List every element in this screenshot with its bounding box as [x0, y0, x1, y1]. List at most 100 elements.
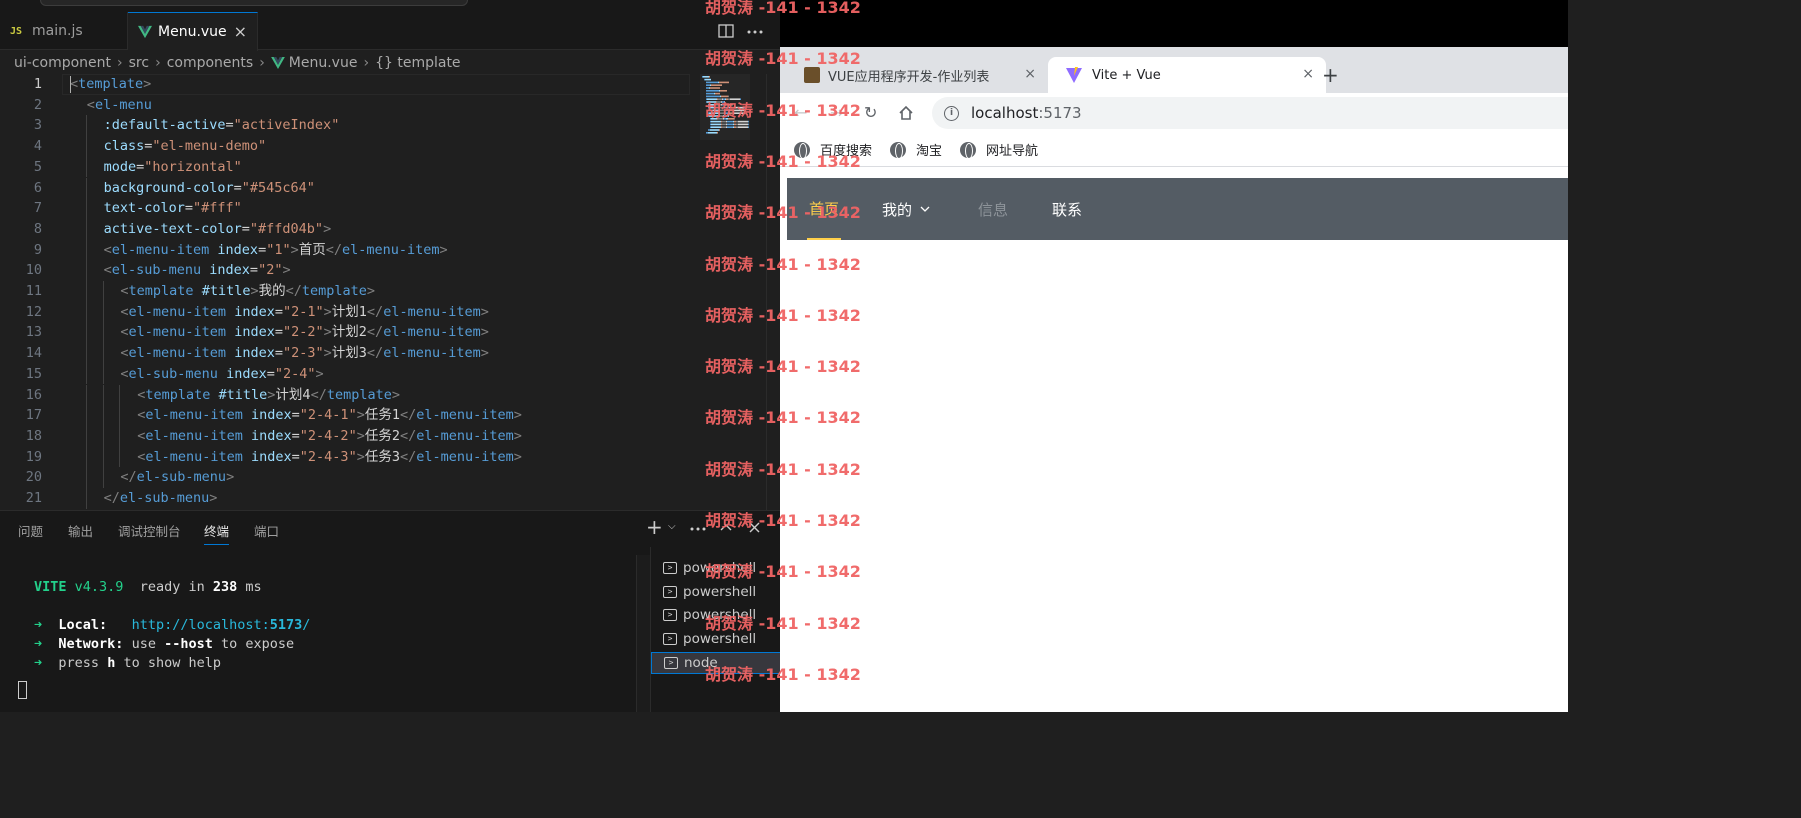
editor-scrollbar[interactable]: [766, 74, 780, 510]
local-label: Local:: [58, 617, 108, 633]
breadcrumb-item[interactable]: ui-component: [14, 55, 111, 71]
code-token: index: [251, 407, 292, 424]
code-token: <: [120, 345, 129, 362]
minimap-token: [706, 87, 709, 89]
code-token: >: [282, 262, 291, 279]
breadcrumb-item[interactable]: components: [167, 55, 254, 71]
breadcrumb-item[interactable]: {} template: [375, 55, 460, 71]
code-token: <: [120, 324, 129, 341]
panel-tab-ports[interactable]: 端口: [254, 521, 279, 540]
code-text: :default-active="activeIndex": [104, 115, 340, 136]
reload-icon[interactable]: ↻: [864, 103, 877, 122]
panel-tab-terminal[interactable]: 终端: [204, 521, 230, 545]
indent-guide: [102, 301, 104, 323]
code-token: "#545c64": [241, 179, 315, 196]
code-token: </: [325, 241, 342, 258]
menu-item-info[interactable]: 信息: [978, 178, 1008, 240]
code-token: >: [356, 427, 365, 444]
minimap-token: [738, 120, 748, 123]
menu-item-contact[interactable]: 联系: [1052, 178, 1082, 240]
terminal-scrollbar[interactable]: [636, 555, 650, 712]
code-token: el-menu: [94, 96, 152, 113]
panel-tab-debug-console[interactable]: 调试控制台: [118, 521, 181, 540]
address-bar[interactable]: i localhost:5173: [932, 97, 1568, 129]
code-text: <el-menu: [87, 95, 152, 116]
close-icon[interactable]: ×: [234, 22, 247, 41]
el-menu-horizontal: 首页 我的 信息 联系: [787, 178, 1568, 240]
code-token: </: [285, 283, 302, 299]
code-line: 15 <el-sub-menu index="2-4">: [0, 364, 766, 385]
code-token: index: [226, 365, 267, 382]
panel-tab-output[interactable]: 输出: [68, 521, 93, 540]
code-token: </: [366, 345, 384, 362]
local-port[interactable]: 5173: [270, 617, 303, 633]
indent-guide: [102, 405, 104, 426]
code-token: =: [291, 427, 300, 444]
code-token: "#ffd04b": [249, 220, 324, 237]
code-token: =: [291, 407, 300, 424]
indent-guide: [85, 384, 87, 406]
screen: { "vscode": { "tabs": [ {"badge": "JS", …: [0, 0, 1568, 712]
home-icon[interactable]: [898, 105, 914, 121]
code-token: "activeIndex": [233, 117, 340, 134]
code-token: 计划2: [331, 324, 367, 341]
minimap-token: [709, 87, 710, 89]
chevron-right-icon: ›: [117, 55, 123, 71]
bookmark-taobao[interactable]: 淘宝: [890, 140, 942, 159]
code-token: >: [439, 241, 448, 258]
code-token: >: [513, 407, 522, 424]
browser-tab-vite-vue[interactable]: Vite + Vue ×: [1048, 57, 1326, 93]
new-tab-button[interactable]: +: [1322, 63, 1339, 87]
terminal-list-item[interactable]: > powershell: [651, 581, 781, 603]
code-token: >: [250, 283, 259, 299]
breadcrumb-item[interactable]: src: [129, 55, 149, 71]
more-actions-icon[interactable]: [747, 30, 763, 34]
arrow-icon: ➜: [34, 636, 43, 652]
breadcrumb-item[interactable]: Menu.vue: [289, 55, 358, 71]
watermark-text: 胡贺涛 -141 - 1342: [705, 305, 861, 325]
chevron-down-icon[interactable]: ⌵: [668, 521, 676, 532]
tab-menu-vue[interactable]: Menu.vue ×: [128, 12, 258, 51]
close-icon[interactable]: ×: [1024, 66, 1036, 82]
code-token: =: [274, 345, 283, 362]
url-host: localhost: [971, 104, 1039, 122]
code-line: 21 </el-sub-menu>: [0, 488, 766, 509]
line-number: 11: [25, 283, 42, 299]
code-token: index: [251, 448, 292, 465]
tab-main-js[interactable]: JS main.js: [0, 12, 128, 50]
more-actions-icon[interactable]: [690, 527, 706, 531]
network-label: Network:: [58, 636, 124, 652]
minimap-token: [715, 92, 720, 95]
command-center[interactable]: [40, 0, 468, 6]
minimap-token: [736, 123, 738, 126]
close-icon[interactable]: ×: [1302, 66, 1314, 82]
minimap-token: [719, 81, 729, 84]
code-line: 4 class="el-menu-demo": [0, 136, 766, 157]
terminal-output[interactable]: VITE v4.3.9 ready in 238 ms ➜ Local: htt…: [0, 551, 640, 712]
code-token: </: [366, 303, 384, 320]
code-token: el-sub-menu: [128, 365, 218, 382]
code-editor[interactable]: 1 <template> 2 <el-menu 3:default-active="ac…: [0, 74, 766, 510]
site-info-icon[interactable]: i: [944, 105, 959, 121]
minimap-token: [708, 132, 717, 134]
minimap-token: [733, 120, 734, 123]
browser-toolbar: ← → ↻ i localhost:5173: [780, 93, 1568, 133]
bookmark-nav[interactable]: 网址导航: [960, 140, 1038, 159]
local-url-suffix[interactable]: /: [302, 617, 310, 633]
ms-unit: ms: [245, 579, 262, 595]
local-url[interactable]: http://localhost:: [132, 617, 270, 633]
indent-guide: [85, 446, 87, 468]
code-token: 首页: [298, 241, 326, 258]
code-token: >: [209, 490, 218, 506]
new-terminal-icon[interactable]: +: [646, 515, 663, 539]
code-line: 12 <el-menu-item index="2-1">计划1</el-menu…: [0, 302, 766, 323]
minimap-token: [710, 120, 711, 123]
line-number: 5: [33, 158, 42, 175]
submenu-mine[interactable]: 我的: [882, 178, 930, 240]
code-token: el-menu-item: [111, 241, 210, 258]
split-editor-icon[interactable]: [718, 24, 734, 38]
panel-tab-problems[interactable]: 问题: [18, 521, 43, 540]
